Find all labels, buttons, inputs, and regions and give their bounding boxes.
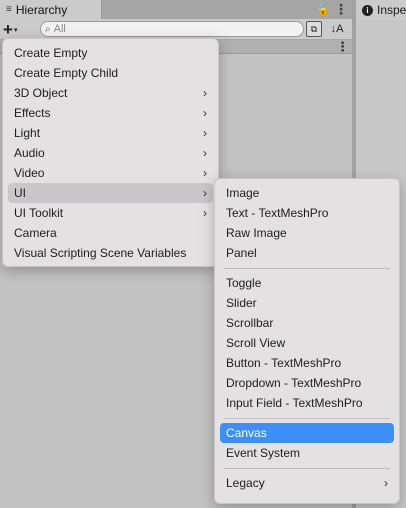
- search-input[interactable]: [53, 23, 274, 35]
- tab-hierarchy-label: Hierarchy: [15, 3, 68, 17]
- menu-item-light[interactable]: Light ›: [8, 123, 213, 143]
- filter-icon: ⧉: [310, 23, 318, 34]
- menu-item-3d-object[interactable]: 3D Object ›: [8, 83, 213, 103]
- menu-item-label: Camera: [14, 226, 57, 240]
- menu-item-label: Panel: [226, 246, 257, 260]
- menu-item-label: Audio: [14, 146, 45, 160]
- menu-separator: [224, 418, 390, 419]
- tab-inspector[interactable]: i Inspe: [356, 0, 406, 20]
- menu-item-video[interactable]: Video ›: [8, 163, 213, 183]
- menu-item-label: Slider: [226, 296, 257, 310]
- menu-item-ui[interactable]: UI ›: [8, 183, 213, 203]
- menu-item-label: Toggle: [226, 276, 262, 290]
- submenu-item-legacy[interactable]: Legacy ›: [220, 473, 394, 493]
- chevron-right-icon: ›: [203, 166, 207, 180]
- chevron-right-icon: ›: [203, 126, 207, 140]
- menu-item-label: Create Empty: [14, 46, 88, 60]
- hierarchy-toolbar: + ▾ ⌕ ⧉ ↓A: [0, 19, 352, 40]
- menu-separator: [224, 268, 390, 269]
- menu-item-label: Legacy: [226, 476, 265, 490]
- menu-item-label: Scroll View: [226, 336, 286, 350]
- menu-item-label: Canvas: [226, 426, 267, 440]
- menu-separator: [224, 468, 390, 469]
- menu-item-label: UI Toolkit: [14, 206, 64, 220]
- menu-item-label: Scrollbar: [226, 316, 274, 330]
- menu-item-label: Effects: [14, 106, 51, 120]
- search-icon: ⌕: [45, 23, 51, 35]
- chevron-right-icon: ›: [203, 206, 207, 220]
- menu-item-label: Light: [14, 126, 41, 140]
- list-icon: ≡: [6, 4, 12, 15]
- submenu-item-raw-image[interactable]: Raw Image: [220, 223, 394, 243]
- scene-menu-icon[interactable]: ⋮: [336, 39, 349, 55]
- chevron-right-icon: ›: [203, 106, 207, 120]
- menu-item-ui-toolkit[interactable]: UI Toolkit ›: [8, 203, 213, 223]
- submenu-item-scroll-view[interactable]: Scroll View: [220, 333, 394, 353]
- menu-item-create-empty-child[interactable]: Create Empty Child: [8, 63, 213, 83]
- menu-item-label: Dropdown - TextMeshPro: [226, 376, 362, 390]
- submenu-item-input-field-tmp[interactable]: Input Field - TextMeshPro: [220, 393, 394, 413]
- menu-item-label: Raw Image: [226, 226, 287, 240]
- scene-visibility-button[interactable]: ⧉: [306, 21, 322, 37]
- menu-item-label: Create Empty Child: [14, 66, 119, 80]
- menu-item-label: Input Field - TextMeshPro: [226, 396, 363, 410]
- submenu-item-text-tmp[interactable]: Text - TextMeshPro: [220, 203, 394, 223]
- chevron-right-icon: ›: [203, 186, 207, 200]
- info-icon: i: [362, 4, 373, 16]
- menu-item-label: Text - TextMeshPro: [226, 206, 329, 220]
- sort-button[interactable]: ↓A: [328, 20, 346, 38]
- chevron-right-icon: ›: [203, 146, 207, 160]
- menu-item-label: UI: [14, 186, 26, 200]
- add-object-button[interactable]: + ▾: [3, 20, 31, 38]
- menu-item-label: Video: [14, 166, 45, 180]
- submenu-item-image[interactable]: Image: [220, 183, 394, 203]
- submenu-item-toggle[interactable]: Toggle: [220, 273, 394, 293]
- menu-item-camera[interactable]: Camera: [8, 223, 213, 243]
- sort-icon: ↓A: [330, 23, 344, 35]
- menu-item-label: Button - TextMeshPro: [226, 356, 342, 370]
- menu-item-label: Image: [226, 186, 260, 200]
- caret-down-icon: ▾: [13, 27, 18, 34]
- submenu-item-dropdown-tmp[interactable]: Dropdown - TextMeshPro: [220, 373, 394, 393]
- tab-inspector-label: Inspe: [377, 3, 406, 17]
- menu-item-label: 3D Object: [14, 86, 68, 100]
- menu-item-effects[interactable]: Effects ›: [8, 103, 213, 123]
- submenu-item-event-system[interactable]: Event System: [220, 443, 394, 463]
- menu-item-label: Event System: [226, 446, 301, 460]
- submenu-item-slider[interactable]: Slider: [220, 293, 394, 313]
- menu-item-label: Visual Scripting Scene Variables: [14, 246, 187, 260]
- submenu-item-canvas[interactable]: Canvas: [220, 423, 394, 443]
- submenu-item-scrollbar[interactable]: Scrollbar: [220, 313, 394, 333]
- menu-item-visual-scripting[interactable]: Visual Scripting Scene Variables: [8, 243, 213, 263]
- search-field[interactable]: ⌕: [40, 21, 304, 37]
- ui-submenu: Image Text - TextMeshPro Raw Image Panel…: [214, 178, 400, 504]
- chevron-right-icon: ›: [203, 86, 207, 100]
- lock-icon[interactable]: 🔓: [316, 3, 330, 16]
- submenu-item-panel[interactable]: Panel: [220, 243, 394, 263]
- tab-hierarchy[interactable]: ≡ Hierarchy: [0, 0, 102, 20]
- submenu-item-button-tmp[interactable]: Button - TextMeshPro: [220, 353, 394, 373]
- panel-menu-icon[interactable]: ⋮: [334, 1, 348, 18]
- menu-item-create-empty[interactable]: Create Empty: [8, 43, 213, 63]
- plus-icon: +: [3, 19, 13, 39]
- chevron-right-icon: ›: [384, 476, 388, 490]
- menu-item-audio[interactable]: Audio ›: [8, 143, 213, 163]
- create-menu: Create Empty Create Empty Child 3D Objec…: [2, 38, 219, 267]
